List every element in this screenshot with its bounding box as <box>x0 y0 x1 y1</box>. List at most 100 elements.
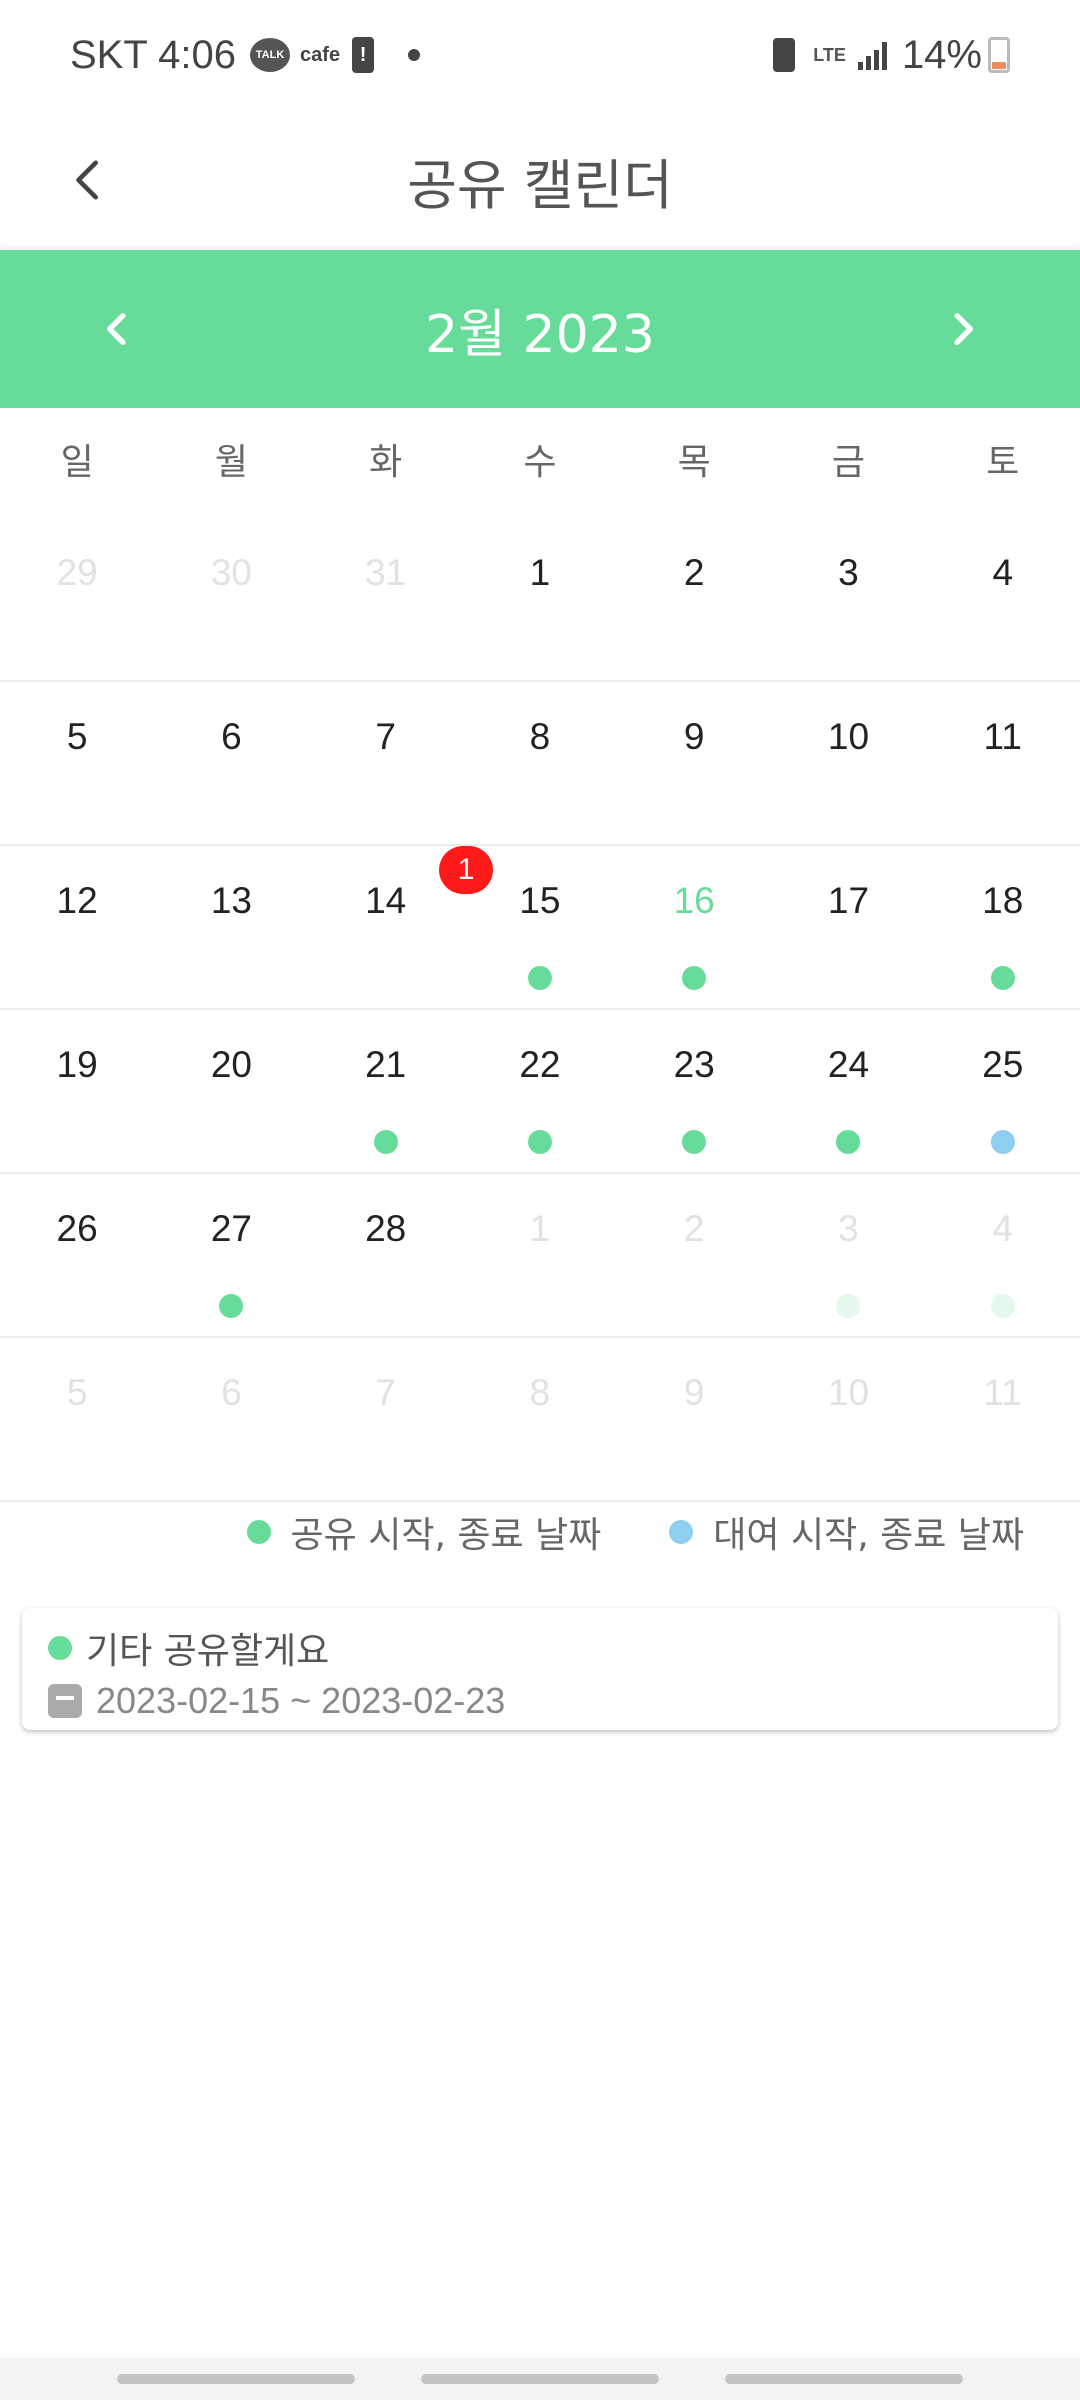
notification-badge: 1 <box>439 846 494 894</box>
day-cell[interactable]: 20 <box>154 1010 308 1172</box>
status-bar: SKT 4:06 TALK cafe ! LTE 14% <box>0 0 1080 110</box>
day-cell[interactable]: 6 <box>154 682 308 844</box>
battery-percent: 14% <box>901 32 982 77</box>
day-cell[interactable]: 27 <box>154 1174 308 1336</box>
day-number: 7 <box>375 1372 396 1413</box>
signal-icon <box>857 40 890 70</box>
calendar-grid: 29 30 31 1 2 3 4 5 6 7 8 9 10 11 12 13 14 15 1 16 17 18 19 20 21… <box>0 518 1080 1502</box>
day-number: 24 <box>827 1044 870 1085</box>
day-cell[interactable]: 11 <box>926 682 1080 844</box>
day-number: 17 <box>827 880 870 921</box>
day-cell[interactable]: 30 <box>154 518 308 680</box>
day-cell[interactable]: 5 <box>0 682 154 844</box>
share-date-dot-icon <box>682 1130 707 1154</box>
day-cell[interactable]: 8 <box>463 1338 617 1500</box>
legend-share: 공유 시작, 종료 날짜 <box>246 1506 601 1558</box>
rental-dot-icon <box>669 1520 694 1544</box>
day-cell[interactable]: 4 <box>926 518 1080 680</box>
event-title-row: 기타 공유할게요 <box>48 1622 329 1674</box>
day-cell[interactable]: 10 <box>771 682 925 844</box>
day-number: 20 <box>210 1044 252 1085</box>
week-row: 29 30 31 1 2 3 4 <box>0 518 1080 682</box>
week-row: 19 20 21 22 23 24 25 <box>0 1010 1080 1174</box>
day-cell[interactable]: 23 <box>617 1010 771 1172</box>
weekday-mon: 월 <box>214 442 248 483</box>
weekday-sun: 일 <box>60 442 94 483</box>
week-row: 12 13 14 15 1 16 17 18 <box>0 846 1080 1010</box>
prev-month-button[interactable] <box>78 289 158 369</box>
day-number: 6 <box>221 716 242 757</box>
share-date-dot-icon <box>527 1130 552 1154</box>
rental-date-dot-icon <box>990 1130 1015 1154</box>
day-number: 7 <box>375 716 396 757</box>
nav-home-button[interactable] <box>421 2374 659 2384</box>
day-cell[interactable]: 1 <box>463 518 617 680</box>
event-date-range: 2023-02-15 ~ 2023-02-23 <box>96 1680 506 1721</box>
battery-alert-icon: ! <box>352 37 375 73</box>
day-cell[interactable]: 18 <box>926 846 1080 1008</box>
day-number: 18 <box>982 880 1024 921</box>
day-cell[interactable]: 2 <box>617 518 771 680</box>
day-cell[interactable]: 9 <box>617 1338 771 1500</box>
day-cell[interactable]: 16 <box>617 846 771 1008</box>
day-cell[interactable]: 19 <box>0 1010 154 1172</box>
day-cell[interactable]: 9 <box>617 682 771 844</box>
day-number: 27 <box>210 1208 252 1249</box>
event-dot-icon <box>48 1636 72 1660</box>
day-cell[interactable]: 22 <box>463 1010 617 1172</box>
day-cell[interactable]: 8 <box>463 682 617 844</box>
day-cell[interactable]: 24 <box>771 1010 925 1172</box>
status-right: LTE 14% <box>773 33 1010 78</box>
day-number: 23 <box>673 1044 715 1085</box>
day-cell[interactable]: 4 <box>926 1174 1080 1336</box>
kakaotalk-icon: TALK <box>250 38 291 72</box>
battery-icon <box>988 37 1010 73</box>
day-cell[interactable]: 15 1 <box>439 846 617 1008</box>
day-cell[interactable]: 7 <box>309 682 463 844</box>
day-number: 5 <box>66 716 88 757</box>
day-number: 26 <box>56 1208 98 1249</box>
day-cell[interactable]: 28 <box>309 1174 463 1336</box>
day-number: 30 <box>210 552 252 593</box>
day-cell[interactable]: 3 <box>771 518 925 680</box>
day-number: 10 <box>827 716 870 757</box>
event-title: 기타 공유할게요 <box>86 1631 330 1672</box>
day-number: 9 <box>683 1372 705 1413</box>
next-month-button[interactable] <box>922 289 1002 369</box>
day-cell[interactable]: 26 <box>0 1174 154 1336</box>
back-button[interactable] <box>50 140 130 220</box>
weekday-tue: 화 <box>369 442 403 483</box>
day-cell[interactable]: 12 <box>0 846 154 1008</box>
day-cell[interactable]: 10 <box>771 1338 925 1500</box>
notification-dot-icon <box>408 49 421 61</box>
day-number: 4 <box>992 1208 1014 1249</box>
day-number: 1 <box>529 552 551 593</box>
weekday-header: 일 월 화 수 목 금 토 <box>0 408 1080 518</box>
day-cell[interactable]: 2 <box>617 1174 771 1336</box>
day-cell[interactable]: 3 <box>771 1174 925 1336</box>
day-number: 16 <box>673 880 715 921</box>
day-cell[interactable]: 17 <box>771 846 925 1008</box>
day-cell[interactable]: 7 <box>309 1338 463 1500</box>
nav-back-button[interactable] <box>725 2374 963 2384</box>
day-cell[interactable]: 1 <box>463 1174 617 1336</box>
day-cell[interactable]: 25 <box>926 1010 1080 1172</box>
status-left: SKT 4:06 TALK cafe ! <box>70 33 421 78</box>
nav-recents-button[interactable] <box>117 2374 355 2384</box>
day-cell[interactable]: 11 <box>926 1338 1080 1500</box>
day-number: 3 <box>838 552 859 593</box>
day-cell[interactable]: 21 <box>309 1010 463 1172</box>
event-card[interactable]: 기타 공유할게요 2023-02-15 ~ 2023-02-23 <box>22 1608 1058 1730</box>
day-cell[interactable]: 5 <box>0 1338 154 1500</box>
day-cell[interactable]: 6 <box>154 1338 308 1500</box>
weekday-wed: 수 <box>523 442 557 483</box>
day-cell[interactable]: 13 <box>154 846 308 1008</box>
day-cell[interactable]: 31 <box>309 518 463 680</box>
chevron-left-icon <box>76 160 99 200</box>
day-cell[interactable]: 29 <box>0 518 154 680</box>
day-number: 31 <box>365 552 407 593</box>
chevron-right-icon <box>954 313 973 345</box>
week-row: 26 27 28 1 2 3 4 <box>0 1174 1080 1338</box>
chevron-left-icon <box>107 313 126 345</box>
app-header: 공유 캘린더 <box>0 110 1080 250</box>
